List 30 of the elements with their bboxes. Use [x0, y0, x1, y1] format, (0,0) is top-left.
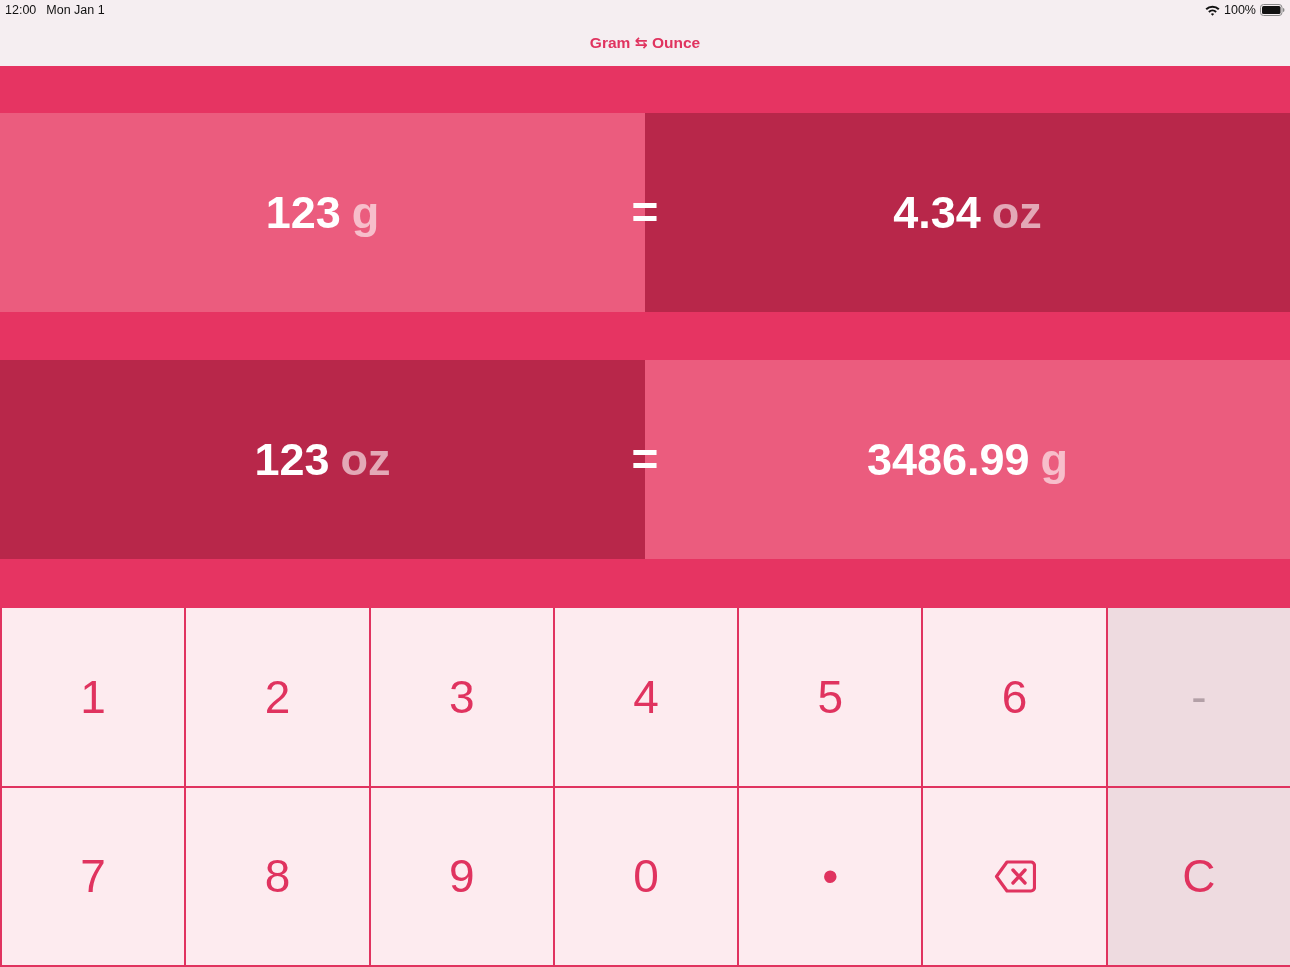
status-date: Mon Jan 1: [46, 3, 105, 17]
battery-icon: [1260, 4, 1285, 16]
nav-title: Gram ⇆ Ounce: [589, 34, 701, 52]
equals-sign: =: [631, 188, 659, 235]
key-button[interactable]: C: [1107, 787, 1290, 965]
key-button[interactable]: 9: [370, 787, 553, 965]
key-button[interactable]: 7: [2, 787, 185, 965]
battery-percent: 100%: [1224, 3, 1256, 17]
wifi-icon: [1205, 4, 1220, 16]
status-time: 12:00: [5, 3, 37, 17]
amount-value: 123: [265, 186, 341, 239]
key-button[interactable]: •: [739, 787, 922, 965]
key-button[interactable]: 1: [2, 608, 185, 786]
key-button[interactable]: 5: [739, 608, 922, 786]
equals-sign: =: [631, 435, 659, 482]
amount-value: 4.34: [893, 186, 981, 239]
key-button[interactable]: 6: [923, 608, 1106, 786]
unit-label: oz: [991, 186, 1042, 239]
key-button[interactable]: 0: [554, 787, 738, 965]
unit-label: g: [351, 186, 380, 239]
backspace-icon: [993, 859, 1036, 893]
unit-label: g: [1040, 433, 1069, 486]
backspace-button[interactable]: [923, 787, 1106, 965]
amount-value: 123: [254, 433, 330, 486]
key-button[interactable]: 2: [186, 608, 369, 786]
amount-value: 3486.99: [866, 433, 1030, 486]
key-button[interactable]: 8: [186, 787, 369, 965]
key-button[interactable]: 3: [370, 608, 553, 786]
unit-label: oz: [340, 433, 391, 486]
key-button[interactable]: 4: [554, 608, 738, 786]
